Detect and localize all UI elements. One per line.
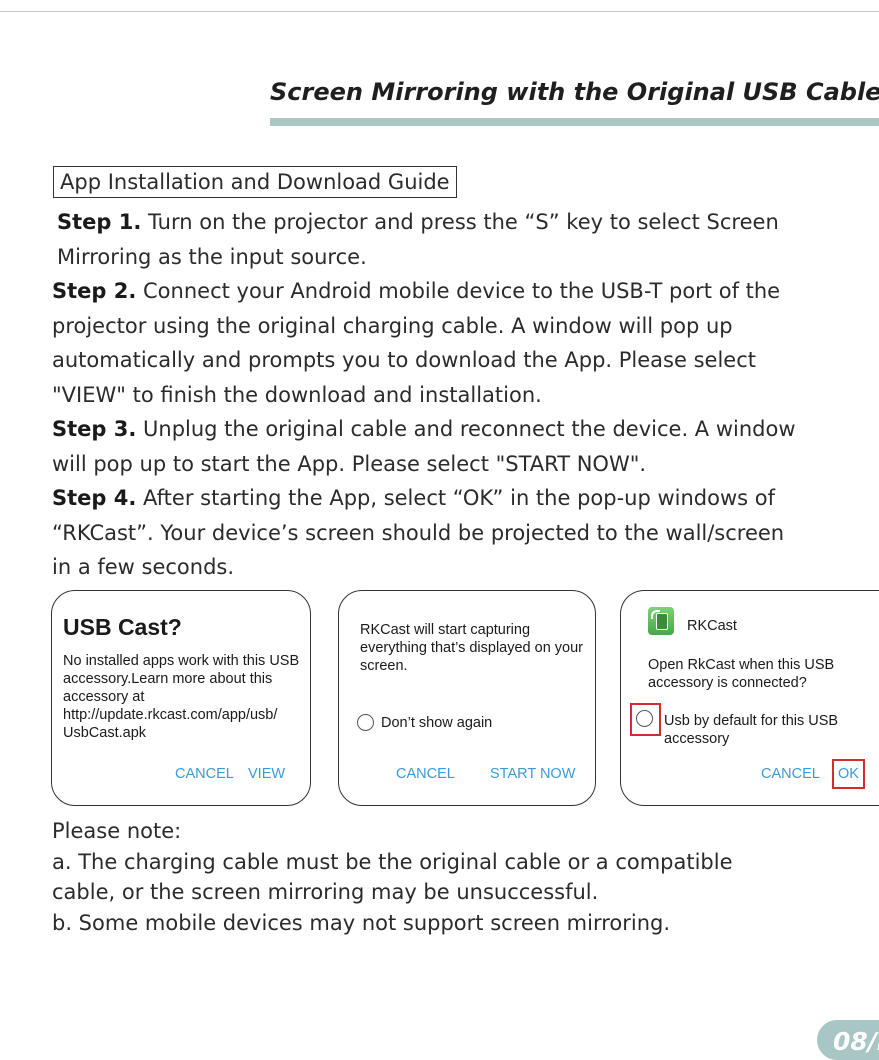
page-title: Screen Mirroring with the Original USB C… [270, 78, 879, 106]
step-text: "VIEW" to finish the download and instal… [52, 382, 542, 407]
step-text: “RKCast”. Your device’s screen should be… [52, 520, 785, 545]
step-1-line: Step 1. Turn on the projector and press … [52, 205, 876, 240]
dialog-message: RKCast will start capturing everything t… [360, 622, 584, 674]
step-3-line: Step 3. Unplug the original cable and re… [52, 412, 876, 447]
note-item: b. Some mobile devices may not support s… [52, 910, 671, 935]
step-text: Unplug the original cable and reconnect … [136, 417, 796, 441]
step-text: automatically and prompts you to downloa… [52, 348, 756, 372]
note-item: a. The charging cable must be the origin… [52, 849, 733, 874]
top-divider [0, 11, 879, 12]
step-label: Step 2. [52, 279, 137, 303]
app-name: RKCast [687, 618, 737, 634]
radio-label: Usb by default for this USB accessory [664, 713, 839, 747]
dialog-message: Open RkCast when this USB accessory is c… [648, 657, 835, 691]
usb-default-radio[interactable] [636, 710, 653, 727]
usb-cast-dialog: USB Cast? No installed apps work with th… [51, 590, 311, 806]
view-button[interactable]: VIEW [248, 766, 285, 782]
cancel-button[interactable]: CANCEL [761, 766, 820, 782]
step-label: Step 1. [57, 210, 142, 234]
page-badge: 08/E [817, 1020, 879, 1060]
title-accent-bar [270, 118, 879, 126]
rkcast-app-icon [648, 607, 674, 635]
step-text: Turn on the projector and press the “S” … [141, 210, 779, 234]
dialog-message: No installed apps work with this USB acc… [63, 653, 300, 741]
radio-label: Don’t show again [381, 715, 493, 731]
cancel-button[interactable]: CANCEL [396, 766, 455, 782]
note-heading: Please note: [52, 819, 182, 843]
steps-section: Step 1. Turn on the projector and press … [52, 205, 876, 585]
phone-icon [656, 613, 668, 630]
step-2-line: Step 2. Connect your Android mobile devi… [52, 274, 876, 309]
ok-button[interactable]: OK [838, 766, 859, 782]
step-label: Step 4. [52, 486, 137, 510]
dont-show-again-radio[interactable] [357, 714, 374, 731]
note-item: cable, or the screen mirroring may be un… [52, 880, 599, 904]
step-text: will pop up to start the App. Please sel… [52, 451, 647, 476]
step-text: in a few seconds. [52, 555, 235, 579]
step-label: Step 3. [52, 417, 137, 441]
step-text: After starting the App, select “OK” in t… [136, 486, 775, 510]
capture-dialog: RKCast will start capturing everything t… [338, 590, 596, 806]
guide-heading: App Installation and Download Guide [53, 166, 457, 198]
page-number: 08/E [833, 1027, 879, 1056]
step-text: projector using the original charging ca… [52, 313, 733, 338]
note-section: Please note: a. The charging cable must … [52, 816, 852, 938]
step-text: Connect your Android mobile device to th… [136, 279, 781, 303]
step-text: Mirroring as the input source. [57, 244, 367, 269]
rkcast-dialog: RKCast Open RkCast when this USB accesso… [620, 590, 879, 806]
step-4-line: Step 4. After starting the App, select “… [52, 481, 876, 516]
dialog-title: USB Cast? [63, 614, 182, 640]
cancel-button[interactable]: CANCEL [175, 766, 234, 782]
start-now-button[interactable]: START NOW [490, 766, 575, 782]
